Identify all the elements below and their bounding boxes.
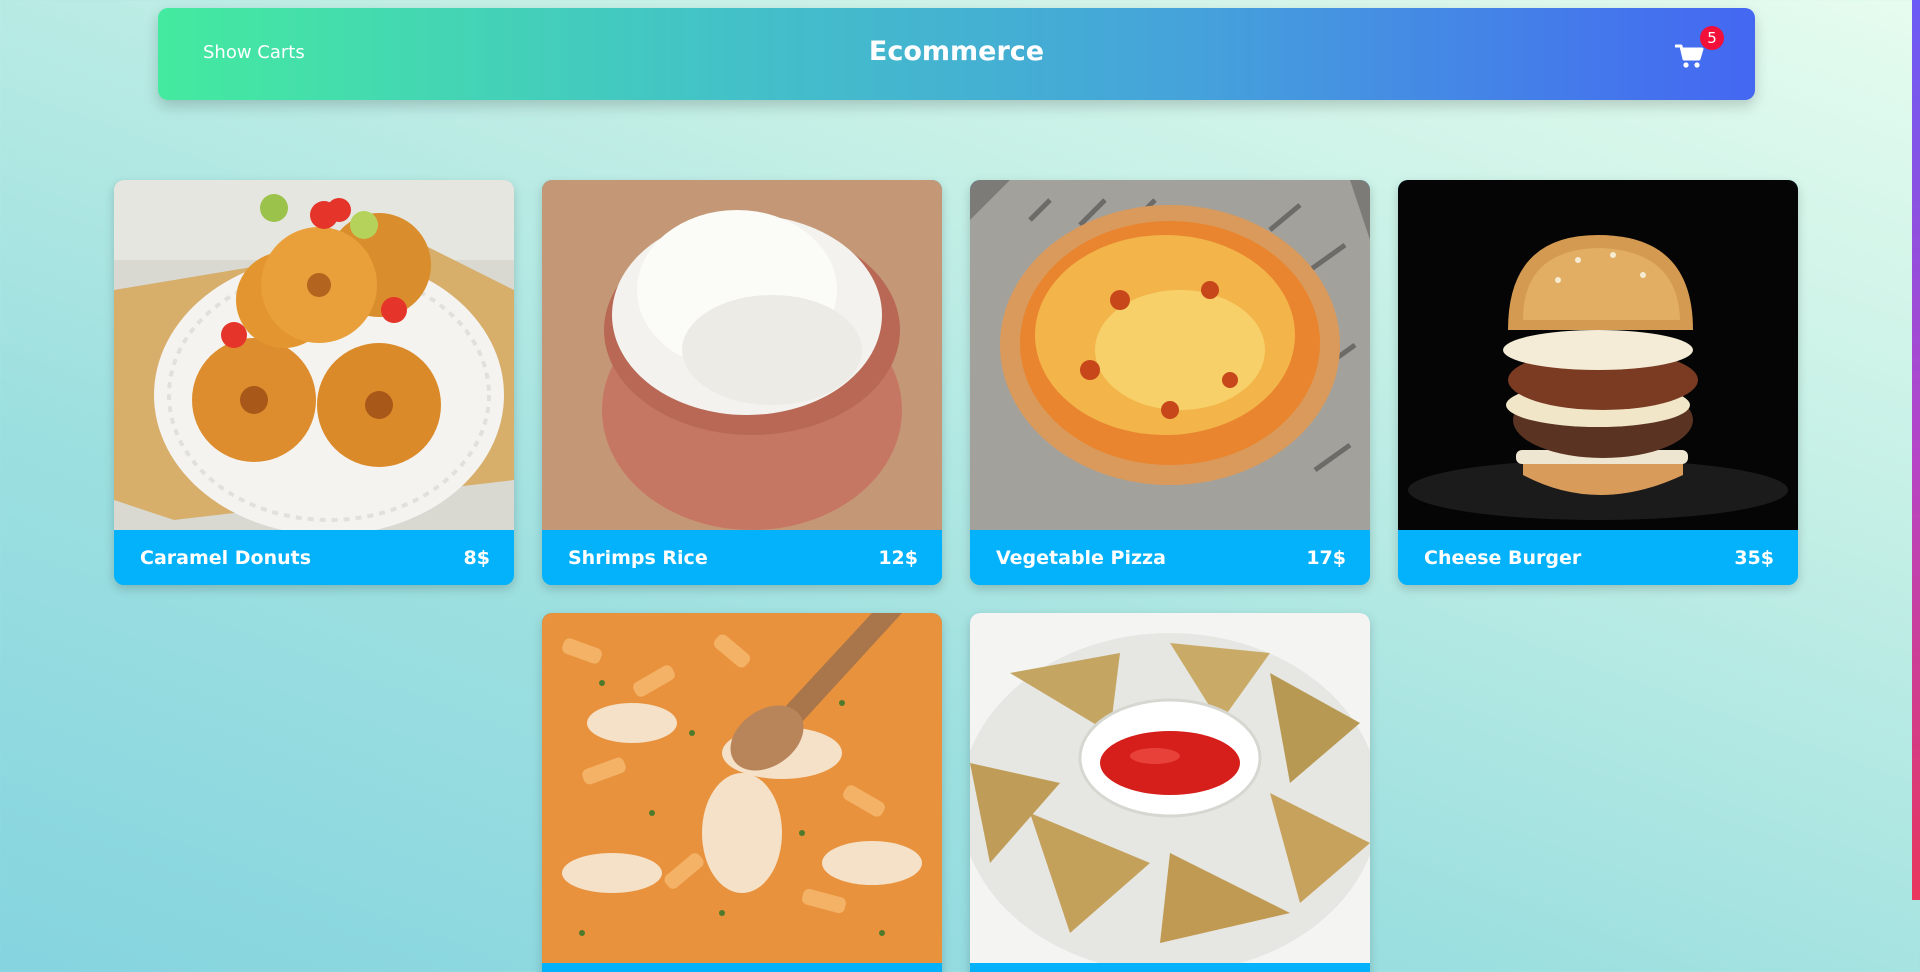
product-info-bar: Shrimps Rice 12$ — [542, 530, 942, 585]
pasta-image — [542, 613, 942, 963]
shopping-cart-icon — [1675, 44, 1704, 68]
product-price: 35$ — [1734, 547, 1774, 569]
page-title: Ecommerce — [868, 36, 1045, 67]
product-name: Vegetable Pizza — [996, 547, 1166, 569]
product-card[interactable]: Caramel Donuts 8$ — [114, 180, 514, 585]
product-name: Cheese Burger — [1424, 547, 1582, 569]
burger-image — [1398, 180, 1798, 530]
product-info-bar — [970, 963, 1370, 972]
product-price: 8$ — [463, 547, 490, 569]
product-card[interactable] — [542, 613, 942, 972]
product-price: 12$ — [878, 547, 918, 569]
samosa-image — [970, 613, 1370, 963]
scrollbar-thumb[interactable] — [1912, 0, 1920, 900]
product-card[interactable]: Shrimps Rice 12$ — [542, 180, 942, 585]
product-info-bar — [542, 963, 942, 972]
product-info-bar: Vegetable Pizza 17$ — [970, 530, 1370, 585]
product-card[interactable]: Cheese Burger 35$ — [1398, 180, 1798, 585]
navbar: Show Carts Ecommerce 5 — [158, 8, 1755, 100]
rice-bowl-image — [542, 180, 942, 530]
product-name: Caramel Donuts — [140, 547, 312, 569]
product-price: 17$ — [1306, 547, 1346, 569]
product-info-bar: Cheese Burger 35$ — [1398, 530, 1798, 585]
product-card[interactable]: Vegetable Pizza 17$ — [970, 180, 1370, 585]
product-card[interactable] — [970, 613, 1370, 972]
pizza-image — [970, 180, 1370, 530]
donuts-image — [114, 180, 514, 530]
product-info-bar: Caramel Donuts 8$ — [114, 530, 514, 585]
product-name: Shrimps Rice — [568, 547, 708, 569]
cart-count-badge: 5 — [1700, 26, 1724, 50]
